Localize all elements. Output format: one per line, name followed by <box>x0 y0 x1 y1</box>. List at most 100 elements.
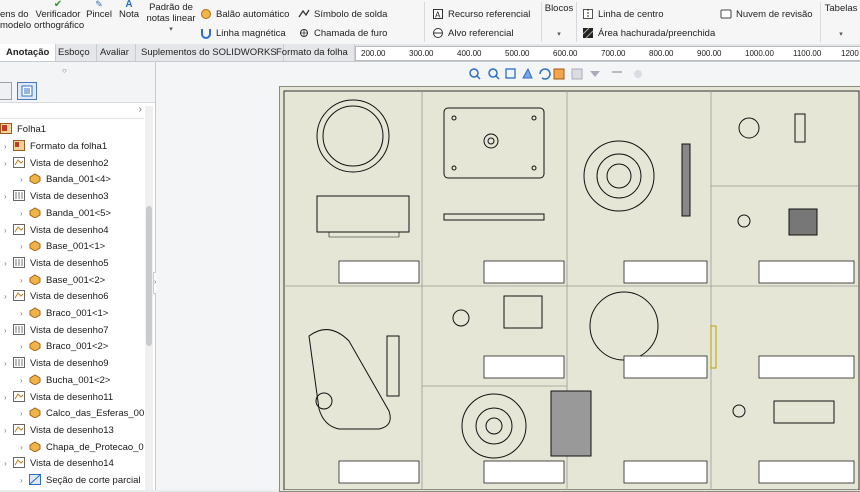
tab-formato-folha[interactable]: Formato da folha <box>270 44 355 61</box>
drawing-view-icon <box>13 423 25 435</box>
tree-item-component[interactable]: › Bucha_001<2> <box>20 373 110 389</box>
expand-arrow-icon[interactable]: › <box>20 273 29 289</box>
expand-arrow-icon[interactable]: › <box>4 223 13 239</box>
note-icon: A <box>125 0 133 10</box>
tree-item-component[interactable]: › Braco_001<1> <box>20 306 108 322</box>
tree-item-component[interactable]: › Seção de corte parcial <box>20 473 141 489</box>
scroll-thumb[interactable] <box>146 206 152 346</box>
magnet-icon <box>201 29 211 39</box>
tree-item-label: Bucha_001<2> <box>46 374 111 386</box>
revision-cloud-label: Nuvem de revisão <box>736 9 813 20</box>
hole-callout-icon <box>300 29 308 37</box>
tree-item-view[interactable]: › Vista de desenho13 <box>4 423 114 439</box>
sheet-format-icon <box>13 140 25 151</box>
expand-arrow-icon[interactable]: › <box>20 440 29 456</box>
collapse-handle[interactable]: ○ <box>62 66 67 75</box>
tab-anotacao[interactable]: Anotação <box>0 44 57 61</box>
feature-tree-tab[interactable] <box>17 82 37 100</box>
datum-feature-button[interactable]: A Recurso referencial <box>432 8 530 20</box>
expand-arrow-icon[interactable]: › <box>20 206 29 222</box>
expand-arrow-icon[interactable]: › <box>20 373 29 389</box>
balloon-icon <box>201 9 211 19</box>
linear-note-pattern-button[interactable]: Padrão de notas linear ▾ <box>145 2 197 35</box>
horizontal-ruler[interactable]: 200.00 300.00 400.00 500.00 600.00 700.0… <box>355 46 860 61</box>
tree-root-sheet[interactable]: Folha1 <box>0 122 46 138</box>
tree-item-view[interactable]: › Vista de desenho14 <box>4 456 114 472</box>
chevron-down-icon[interactable]: ▾ <box>824 29 858 40</box>
expand-arrow-icon[interactable]: › <box>4 356 13 372</box>
tree-scrollbar[interactable] <box>145 106 153 490</box>
expand-arrow-icon[interactable]: › <box>20 339 29 355</box>
model-items-label: ens do modelo <box>0 9 32 31</box>
expand-arrow-icon[interactable]: › <box>4 423 13 439</box>
weld-symbol-button[interactable]: Símbolo de solda <box>298 8 387 20</box>
tree-item-view[interactable]: › Vista de desenho11 <box>4 390 113 406</box>
tree-item-component[interactable]: › Base_001<2> <box>20 273 105 289</box>
tree-item-component[interactable]: › Braco_001<2> <box>20 339 108 355</box>
expand-arrow-icon[interactable]: › <box>4 289 13 305</box>
tree-item-component[interactable]: › Banda_001<4> <box>20 172 111 188</box>
tree-item-view[interactable]: › Vista de desenho5 <box>4 256 109 272</box>
tables-button[interactable]: Tabelas ▾ <box>824 3 858 40</box>
expand-arrow-icon[interactable]: › <box>20 172 29 188</box>
spell-checker-label: Verificador orthográfico <box>34 9 85 31</box>
tree-item-view[interactable]: › Vista de desenho4 <box>4 223 109 239</box>
model-items-button[interactable]: ens do modelo <box>0 9 31 31</box>
weld-icon <box>298 9 310 18</box>
magnetic-line-button[interactable]: Linha magnética <box>200 27 286 39</box>
expand-arrow-icon[interactable]: › <box>4 156 13 172</box>
expand-arrow-icon[interactable]: › <box>20 239 29 255</box>
expand-arrow-icon[interactable]: › <box>4 256 13 272</box>
tree-item-view[interactable]: › Vista de desenho2 <box>4 156 109 172</box>
expand-arrow-icon[interactable]: › <box>4 456 13 472</box>
spell-checker-button[interactable]: ✔ Verificador orthográfico <box>34 0 85 31</box>
format-painter-button[interactable]: ✎ Pincel <box>86 0 112 20</box>
chevron-right-icon[interactable]: › <box>139 104 142 115</box>
expand-arrow-icon[interactable]: › <box>20 406 29 422</box>
divider <box>576 2 577 42</box>
tree-item-view[interactable]: › Vista de desenho9 <box>4 356 109 372</box>
drawing-view-icon <box>13 390 25 402</box>
tree-item-view[interactable]: › Formato da folha1 <box>4 139 107 155</box>
tree-item-component[interactable]: › Base_001<1> <box>20 239 105 255</box>
ruler-tick: 600.00 <box>553 49 578 58</box>
datum-target-label: Alvo referencial <box>448 28 514 39</box>
expand-arrow-icon[interactable]: › <box>20 473 29 489</box>
note-label: Nota <box>118 9 140 20</box>
datum-target-button[interactable]: Alvo referencial <box>432 27 513 39</box>
tree-item-view[interactable]: › Vista de desenho7 <box>4 323 109 339</box>
expand-arrow-icon[interactable]: › <box>4 139 13 155</box>
tree-item-component[interactable]: › Calco_das_Esferas_001 <box>20 406 150 422</box>
expand-arrow-icon[interactable]: › <box>4 390 13 406</box>
view-toolbar-icons[interactable] <box>468 66 668 82</box>
tree-item-label: Vista de desenho6 <box>30 291 109 303</box>
tab-avaliar[interactable]: Avaliar <box>94 44 136 61</box>
tree-item-view[interactable]: › Vista de desenho3 <box>4 189 109 205</box>
expand-arrow-icon[interactable]: › <box>4 323 13 339</box>
tree-item-label: Vista de desenho9 <box>30 358 109 370</box>
centerline-button[interactable]: Linha de centro <box>582 8 664 20</box>
ruler-tick: 1100.00 <box>793 49 822 58</box>
tab-suplementos[interactable]: Suplementos do SOLIDWORKS <box>135 44 284 61</box>
tree-item-label: Folha1 <box>17 124 47 135</box>
tree-item-component[interactable]: › Chapa_de_Protecao_0 <box>20 440 144 456</box>
brush-icon: ✎ <box>95 0 103 9</box>
expand-arrow-icon[interactable]: › <box>20 306 29 322</box>
chevron-down-icon[interactable]: ▾ <box>145 24 197 35</box>
property-tab[interactable] <box>0 82 12 100</box>
tree-item-label: Banda_001<5> <box>46 207 111 219</box>
svg-text:A: A <box>435 11 441 20</box>
command-ribbon: ens do modelo ✔ Verificador orthográfico… <box>0 0 860 45</box>
auto-balloon-button[interactable]: Balão automático <box>200 8 289 20</box>
revision-cloud-button[interactable]: Nuvem de revisão <box>720 8 813 20</box>
tree-item-label: Banda_001<4> <box>46 174 111 186</box>
area-hatch-button[interactable]: Área hachurada/preenchida <box>582 27 715 39</box>
tree-item-view[interactable]: › Vista de desenho6 <box>4 289 109 305</box>
note-button[interactable]: A Nota <box>118 0 140 20</box>
tab-esboco[interactable]: Esboço <box>52 44 97 61</box>
chevron-down-icon[interactable]: ▾ <box>544 29 574 40</box>
tree-item-component[interactable]: › Banda_001<5> <box>20 206 111 222</box>
blocks-button[interactable]: Blocos ▾ <box>544 3 574 40</box>
hole-callout-button[interactable]: Chamada de furo <box>298 27 387 39</box>
expand-arrow-icon[interactable]: › <box>4 189 13 205</box>
